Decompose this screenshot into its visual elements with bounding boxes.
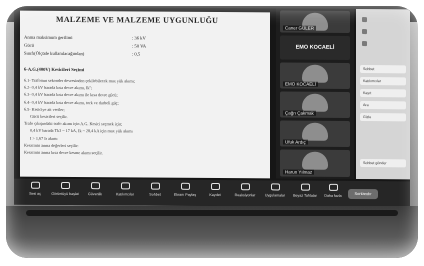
laptop-keyboard-area xyxy=(6,206,418,258)
participant-name: Çağrı Çakmak xyxy=(283,110,316,116)
security-button[interactable]: Güvenlik xyxy=(78,182,112,204)
participant-name: Ufuk Ardıç xyxy=(283,139,308,145)
toolbar-label: Kaydet xyxy=(209,192,221,198)
participant-name: EMO KOCAELİ xyxy=(283,81,319,87)
whiteboard-icon xyxy=(300,183,310,191)
photo-of-laptop-screen: MALZEME VE MALZEME UYGUNLUĞU Anma maksim… xyxy=(6,6,418,258)
toolbar-label: Ekranı Paylaş xyxy=(173,192,197,197)
participant-name: EMO KOCAELİ xyxy=(295,44,335,51)
apps-button[interactable]: Uygulamalar xyxy=(258,183,292,205)
end-meeting-button[interactable]: Sonlandır xyxy=(348,188,378,200)
people-icon xyxy=(120,182,130,190)
participant-tile[interactable]: Harun Yılmaz xyxy=(280,149,350,177)
spec-label: Sınıfı(Ölçüde kullanılacağından) xyxy=(24,50,85,57)
side-panel: Sohbet Katılımcılar Kayıt Ara Gizle Sohb… xyxy=(356,9,410,180)
toolbar-label: Katılımcılar xyxy=(116,192,134,197)
smile-icon xyxy=(240,183,250,191)
participants-button[interactable]: Katılımcılar xyxy=(108,182,142,204)
participant-tile[interactable]: Ufuk Ardıç xyxy=(280,120,350,147)
side-panel-button[interactable]: Sohbet xyxy=(360,65,406,74)
record-button[interactable]: Kaydet xyxy=(198,182,232,205)
participant-tile[interactable]: EMO KOCAELİ xyxy=(280,62,350,89)
more-icon xyxy=(328,183,338,191)
spec-value: : 36 kV xyxy=(132,35,146,41)
side-panel-button[interactable]: Gizle xyxy=(360,113,406,122)
send-chat-button[interactable]: Sohbet gönder xyxy=(360,159,406,168)
chat-icon xyxy=(150,182,160,190)
participant-name: Harun Yılmaz xyxy=(283,169,315,175)
toolbar-label: Uygulamalar xyxy=(264,193,286,198)
toolbar-label: Güvenlik xyxy=(88,192,102,197)
avatar xyxy=(302,122,328,141)
laptop-hinge xyxy=(26,210,398,216)
toolbar-label: Daha fazla xyxy=(324,193,342,198)
toolbar-label: Sohbet xyxy=(149,192,161,197)
apps-icon xyxy=(270,183,280,191)
side-panel-button[interactable]: Katılımcılar xyxy=(360,77,406,86)
meeting-toolbar: Sesi aç Görüntüyü başlat Güvenlik Katılı… xyxy=(14,178,410,208)
toolbar-label: Reaksiyonlar xyxy=(234,193,256,198)
spec-label: Anma maksimum gerilimi xyxy=(24,34,73,41)
start-video-button[interactable]: Görüntüyü başlat xyxy=(48,181,82,204)
participant-gallery: Caner GÜLER EMO KOCAELİ EMO KOCAELİ Çağr… xyxy=(276,8,354,179)
toolbar-label: Sesi aç xyxy=(29,191,41,196)
participant-name: Caner GÜLER xyxy=(283,25,317,31)
spec-row: Sınıfı(Ölçüde kullanılacağından) : 0,5 xyxy=(24,50,140,57)
video-icon[interactable] xyxy=(362,41,367,47)
spec-row: Gücü : 50 VA xyxy=(24,42,146,49)
chat-button[interactable]: Sohbet xyxy=(138,182,172,204)
chat-icon[interactable] xyxy=(362,17,367,23)
share-icon xyxy=(180,182,190,190)
participant-tile[interactable]: Caner GÜLER xyxy=(280,10,350,33)
participant-tile[interactable]: EMO KOCAELİ xyxy=(280,35,350,60)
shared-document: MALZEME VE MALZEME UYGUNLUĞU Anma maksim… xyxy=(20,10,270,179)
reactions-button[interactable]: Reaksiyonlar xyxy=(228,183,262,205)
video-icon xyxy=(60,181,70,190)
more-button[interactable]: Daha fazla xyxy=(316,183,350,206)
side-panel-button[interactable]: Ara xyxy=(360,101,406,110)
microphone-icon xyxy=(30,181,40,189)
spec-row: Anma maksimum gerilimi : 36 kV xyxy=(24,34,146,41)
share-screen-button[interactable]: Ekranı Paylaş xyxy=(168,182,202,205)
document-title: MALZEME VE MALZEME UYGUNLUĞU xyxy=(56,14,219,26)
avatar xyxy=(302,93,328,112)
document-body: 6.1- Trafonun sekonder devresinden çekil… xyxy=(24,77,268,158)
spec-label: Gücü xyxy=(24,42,34,48)
side-panel-button[interactable]: Kayıt xyxy=(360,89,406,98)
mute-button[interactable]: Sesi aç xyxy=(18,181,52,204)
people-icon[interactable] xyxy=(362,29,367,35)
participant-tile[interactable]: Çağrı Çakmak xyxy=(280,91,350,118)
toolbar-label: Görüntüyü başlat xyxy=(51,191,79,197)
spec-value: : 50 VA xyxy=(132,43,147,49)
zoom-meeting-window: MALZEME VE MALZEME UYGUNLUĞU Anma maksim… xyxy=(14,6,410,208)
avatar xyxy=(302,151,328,170)
section-heading: 6-A.G.(400V) Kesicileri Seçimi xyxy=(24,66,85,73)
record-icon xyxy=(210,182,220,191)
spec-value: : 0,5 xyxy=(132,51,141,57)
document-line: Kesicinin anma kısa devre kesme akımı se… xyxy=(24,149,103,156)
shield-icon xyxy=(90,182,100,190)
avatar xyxy=(302,64,328,83)
